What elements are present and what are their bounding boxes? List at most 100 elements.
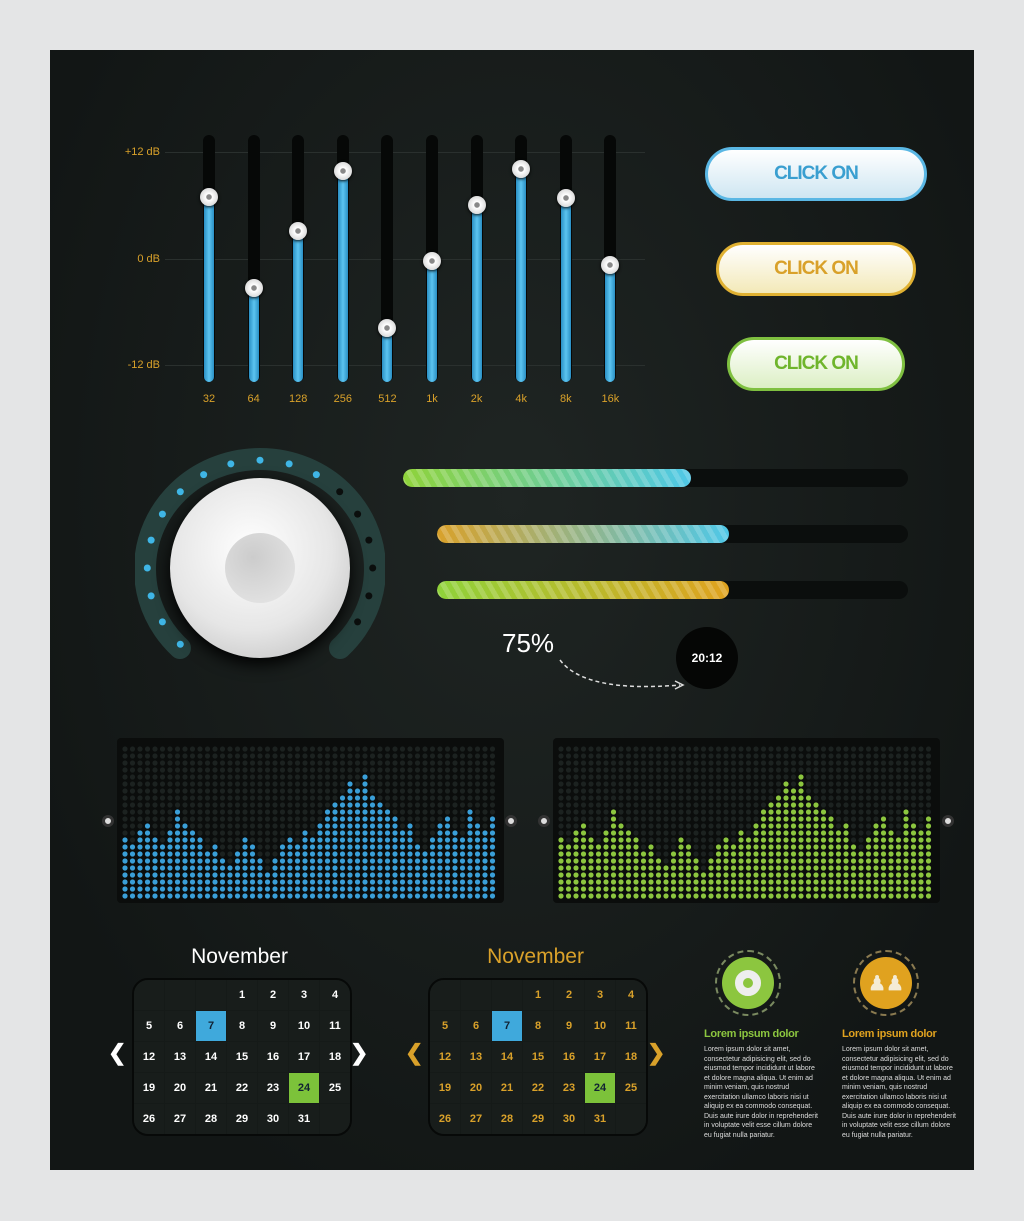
visualizer-dot <box>294 886 301 892</box>
calendar-day[interactable]: 4 <box>320 980 350 1010</box>
calendar-day[interactable]: 27 <box>165 1104 195 1134</box>
calendar-day[interactable]: 23 <box>258 1073 288 1103</box>
calendar-day[interactable]: 21 <box>196 1073 226 1103</box>
eq-slider-handle[interactable] <box>200 187 218 206</box>
calendar-day[interactable]: 16 <box>554 1042 584 1072</box>
calendar-next-button[interactable]: ❯ <box>647 1040 665 1066</box>
calendar-day[interactable]: 30 <box>258 1104 288 1134</box>
eq-slider-handle[interactable] <box>512 160 531 179</box>
click-on-button-yellow[interactable]: CLICK ON <box>716 242 916 296</box>
calendar-day[interactable]: 28 <box>196 1104 226 1134</box>
calendar-day[interactable]: 2 <box>258 980 288 1010</box>
progress-bar-3[interactable] <box>437 581 908 599</box>
calendar-day[interactable]: 29 <box>523 1104 553 1134</box>
visualizer-dot <box>429 788 436 794</box>
eq-slider-handle[interactable] <box>244 279 263 298</box>
visualizer-dot <box>865 781 872 787</box>
eq-slider-handle[interactable] <box>601 256 620 275</box>
visualizer-dot <box>129 809 136 815</box>
volume-knob[interactable] <box>134 443 386 663</box>
calendar-day[interactable]: 19 <box>430 1073 460 1103</box>
calendar-day[interactable]: 25 <box>320 1073 350 1103</box>
visualizer-dot <box>482 823 488 829</box>
visualizer-dot <box>873 886 879 892</box>
calendar-day[interactable]: 10 <box>289 1011 319 1041</box>
visualizer-dot <box>828 872 834 878</box>
calendar-day[interactable]: 1 <box>523 980 553 1010</box>
calendar-prev-button[interactable]: ❮ <box>108 1040 126 1066</box>
calendar-day[interactable]: 7 <box>196 1011 226 1041</box>
calendar-day[interactable]: 12 <box>430 1042 460 1072</box>
calendar-day[interactable]: 8 <box>523 1011 553 1041</box>
calendar-day[interactable]: 31 <box>585 1104 615 1134</box>
calendar-day[interactable]: 29 <box>227 1104 257 1134</box>
click-on-button-blue[interactable]: CLICK ON <box>705 147 927 201</box>
progress-bar-2[interactable] <box>437 525 908 543</box>
visualizer-handle[interactable] <box>505 815 517 827</box>
calendar-day[interactable]: 3 <box>585 980 615 1010</box>
calendar-day[interactable]: 20 <box>165 1073 195 1103</box>
calendar-day[interactable]: 30 <box>554 1104 584 1134</box>
visualizer-dot <box>903 851 909 857</box>
calendar-day[interactable]: 17 <box>585 1042 615 1072</box>
progress-bar-1[interactable] <box>403 469 908 487</box>
calendar-next-button[interactable]: ❯ <box>350 1040 368 1066</box>
eq-slider-handle[interactable] <box>467 195 486 214</box>
eq-slider-handle[interactable] <box>333 162 352 181</box>
calendar-day[interactable]: 11 <box>320 1011 350 1041</box>
calendar-day[interactable]: 9 <box>258 1011 288 1041</box>
calendar-day[interactable]: 20 <box>461 1073 491 1103</box>
calendar-day[interactable]: 23 <box>554 1073 584 1103</box>
eq-slider-handle[interactable] <box>423 251 441 270</box>
calendar-day[interactable]: 2 <box>554 980 584 1010</box>
calendar-day[interactable]: 5 <box>430 1011 460 1041</box>
visualizer-dot <box>242 802 248 808</box>
calendar-day[interactable]: 13 <box>461 1042 491 1072</box>
calendar-day[interactable]: 24 <box>289 1073 319 1103</box>
calendar-day[interactable]: 17 <box>289 1042 319 1072</box>
calendar-day[interactable]: 11 <box>616 1011 646 1041</box>
calendar-day[interactable]: 22 <box>227 1073 257 1103</box>
calendar-day[interactable]: 8 <box>227 1011 257 1041</box>
calendar-day[interactable]: 6 <box>165 1011 195 1041</box>
calendar-day[interactable]: 15 <box>523 1042 553 1072</box>
eq-slider-handle[interactable] <box>378 319 397 338</box>
calendar-day[interactable]: 12 <box>134 1042 164 1072</box>
calendar-day[interactable]: 26 <box>430 1104 460 1134</box>
visualizer-dot <box>565 830 572 836</box>
calendar-day[interactable]: 24 <box>585 1073 615 1103</box>
calendar-day[interactable]: 26 <box>134 1104 164 1134</box>
calendar-day[interactable]: 15 <box>227 1042 257 1072</box>
calendar-day[interactable]: 22 <box>523 1073 553 1103</box>
calendar-day[interactable]: 31 <box>289 1104 319 1134</box>
calendar-day[interactable]: 5 <box>134 1011 164 1041</box>
calendar-day[interactable]: 16 <box>258 1042 288 1072</box>
visualizer-dot <box>685 851 692 857</box>
knob-dial[interactable] <box>170 478 350 658</box>
calendar-day[interactable]: 6 <box>461 1011 491 1041</box>
calendar-day[interactable]: 3 <box>289 980 319 1010</box>
visualizer-handle[interactable] <box>102 815 114 827</box>
click-on-button-green[interactable]: CLICK ON <box>727 337 905 391</box>
calendar-day[interactable]: 7 <box>492 1011 522 1041</box>
calendar-day[interactable]: 28 <box>492 1104 522 1134</box>
calendar-day[interactable]: 10 <box>585 1011 615 1041</box>
calendar-day[interactable]: 9 <box>554 1011 584 1041</box>
calendar-day[interactable]: 25 <box>616 1073 646 1103</box>
calendar-day[interactable]: 19 <box>134 1073 164 1103</box>
eq-slider-handle[interactable] <box>556 188 575 207</box>
calendar-day[interactable]: 14 <box>196 1042 226 1072</box>
calendar-day[interactable]: 18 <box>616 1042 646 1072</box>
calendar-day[interactable]: 18 <box>320 1042 350 1072</box>
visualizer-handle[interactable] <box>538 815 550 827</box>
calendar-day[interactable]: 21 <box>492 1073 522 1103</box>
calendar-day[interactable]: 13 <box>165 1042 195 1072</box>
visualizer-dot <box>835 774 842 780</box>
calendar-day[interactable]: 27 <box>461 1104 491 1134</box>
calendar-day[interactable]: 4 <box>616 980 646 1010</box>
visualizer-handle[interactable] <box>942 815 954 827</box>
calendar-day[interactable]: 1 <box>227 980 257 1010</box>
calendar-day[interactable]: 14 <box>492 1042 522 1072</box>
calendar-prev-button[interactable]: ❮ <box>405 1040 423 1066</box>
eq-slider-handle[interactable] <box>289 222 308 241</box>
